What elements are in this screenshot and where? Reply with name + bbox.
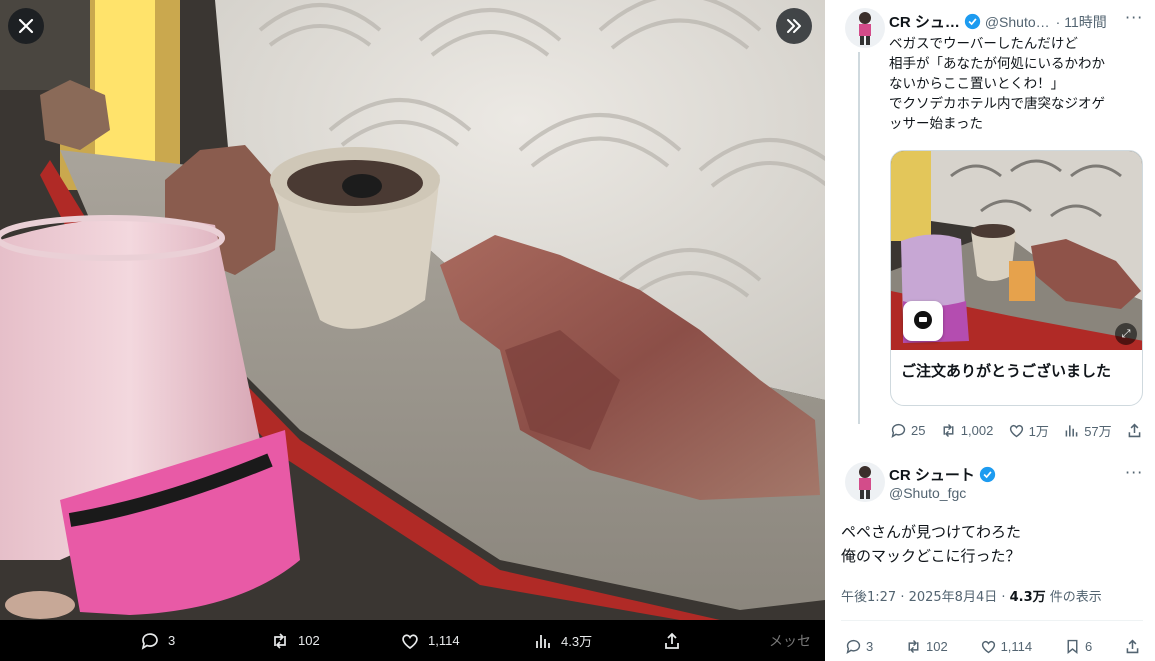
- author-name[interactable]: CR シュート: [889, 464, 975, 485]
- close-button[interactable]: [8, 8, 44, 44]
- tweet-metadata: 午後1:27 · 2025年8月4日 · 4.3万 件の表示: [841, 586, 1102, 605]
- reply-count: 3: [866, 639, 874, 654]
- app-logo-icon: [903, 301, 943, 341]
- like-button[interactable]: 1,114: [980, 638, 1033, 655]
- bookmark-count: 6: [1084, 639, 1093, 654]
- quoted-tweet-text: ベガスでウーバーしたんだけど 相手が「あなたが何処にいるかわか ないからここ置い…: [889, 36, 1105, 132]
- views-value: 4.3万: [1009, 590, 1046, 605]
- bookmark-icon: [1067, 639, 1078, 654]
- tweet-time[interactable]: · 11時間: [1056, 12, 1107, 32]
- bookmark-button[interactable]: 6: [1064, 638, 1092, 655]
- reply-icon: [141, 632, 158, 650]
- reply-icon: [891, 423, 906, 438]
- author-handle[interactable]: @Shuto_fgc: [889, 485, 966, 501]
- views-suffix: 件の表示: [1045, 590, 1102, 605]
- like-button[interactable]: 1万: [1008, 421, 1049, 440]
- close-icon: [18, 18, 34, 34]
- views-button[interactable]: 57万: [1063, 421, 1112, 440]
- reply-button[interactable]: 3: [845, 638, 873, 655]
- views-count: 57万: [1084, 424, 1112, 439]
- retweet-icon: [274, 632, 286, 649]
- collapse-sidebar-button[interactable]: [776, 8, 812, 44]
- expand-icon[interactable]: ⤢: [1115, 323, 1137, 345]
- main-tweet-text: ペペさんが見つけてわろた 俺のマックどこに行った？: [841, 523, 1022, 565]
- retweet-icon: [943, 424, 954, 437]
- share-button[interactable]: [1124, 638, 1141, 655]
- main-tweet-actions: 3 102 1,114 6: [845, 638, 1141, 655]
- viewer-reply-count: 3: [168, 633, 176, 648]
- share-icon: [1128, 423, 1141, 438]
- photo-illustration: [0, 0, 825, 620]
- divider: [841, 620, 1143, 621]
- heart-icon: [981, 640, 995, 654]
- media-action-bar: 3 102 1,114 4.3万 メッセ: [0, 620, 825, 661]
- viewer-like-count: 1,114: [428, 633, 460, 648]
- viewer-views-count: 4.3万: [561, 634, 593, 649]
- quoted-tweet-actions: 25 1,002 1万 57万: [890, 421, 1143, 440]
- reply-button[interactable]: 25: [890, 422, 925, 439]
- share-icon: [665, 632, 679, 649]
- heart-icon: [402, 633, 418, 649]
- avatar-image: [859, 466, 871, 499]
- viewer-retweet-button[interactable]: 102: [270, 620, 320, 661]
- avatar-image: [859, 12, 871, 45]
- verified-badge-icon: [964, 13, 980, 30]
- share-button[interactable]: [1126, 422, 1143, 439]
- media-viewer: 3 102 1,114 4.3万 メッセ: [0, 0, 825, 661]
- author-handle[interactable]: @Shuto…: [985, 14, 1050, 30]
- tweet-timestamp[interactable]: 午後1:27 · 2025年8月4日 ·: [841, 590, 1010, 605]
- tweet-photo[interactable]: [0, 0, 825, 620]
- analytics-icon: [1065, 425, 1078, 437]
- author-name[interactable]: CR シュ…: [889, 11, 960, 32]
- thread-line: [858, 52, 860, 424]
- like-count: 1,114: [1000, 639, 1033, 654]
- reply-icon: [846, 639, 861, 654]
- analytics-icon: [536, 634, 550, 648]
- avatar[interactable]: [845, 8, 885, 48]
- chevron-double-right-icon: [787, 19, 801, 33]
- more-options-icon[interactable]: ···: [1125, 8, 1143, 27]
- retweet-button[interactable]: 1,002: [940, 422, 994, 439]
- link-card[interactable]: ⤢ ご注文ありがとうございました: [890, 150, 1143, 406]
- share-icon: [1126, 639, 1139, 654]
- verified-badge-icon: [979, 466, 995, 483]
- retweet-button[interactable]: 102: [905, 638, 948, 655]
- heart-icon: [1009, 424, 1023, 438]
- viewer-share-button[interactable]: [662, 620, 682, 661]
- viewer-views-button[interactable]: 4.3万: [533, 620, 592, 661]
- main-tweet-handle-row: @Shuto_fgc: [889, 485, 966, 501]
- quoted-tweet-header: CR シュ… @Shuto… · 11時間: [889, 11, 1107, 32]
- card-title: ご注文ありがとうございました: [901, 362, 1112, 380]
- avatar[interactable]: [845, 462, 885, 502]
- reply-count: 25: [911, 423, 926, 438]
- messages-drawer-tab[interactable]: メッセ: [765, 620, 825, 661]
- retweet-count: 1,002: [960, 423, 994, 438]
- viewer-reply-button[interactable]: 3: [140, 620, 175, 661]
- main-tweet-header: CR シュート: [889, 464, 1000, 485]
- like-count: 1万: [1028, 424, 1049, 439]
- viewer-retweet-count: 102: [298, 633, 320, 648]
- retweet-icon: [908, 640, 919, 653]
- viewer-like-button[interactable]: 1,114: [400, 620, 460, 661]
- more-options-icon[interactable]: ···: [1125, 463, 1143, 482]
- retweet-count: 102: [926, 639, 948, 654]
